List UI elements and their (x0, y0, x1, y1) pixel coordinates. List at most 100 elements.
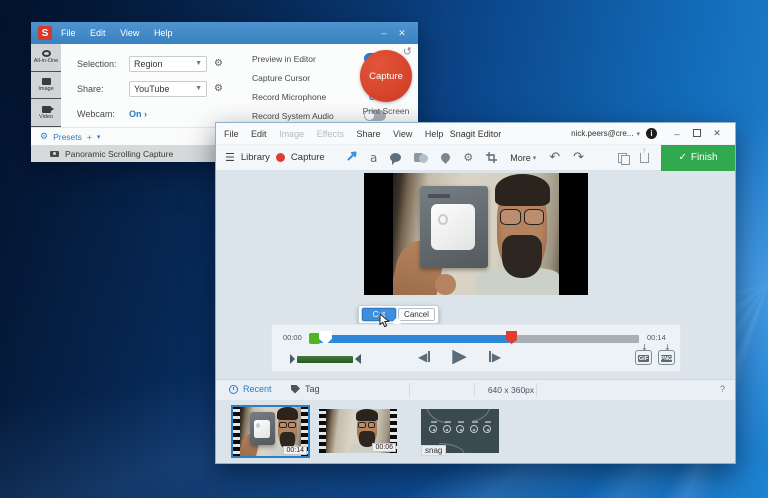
editor-status-bar: Recent Tag 640 x 360px ? (216, 379, 735, 400)
tab-tag[interactable]: Tag (291, 384, 320, 394)
chevron-down-icon: ▼ (195, 85, 202, 92)
timeline-track[interactable] (309, 335, 639, 343)
export-gif-button[interactable]: GIF (635, 350, 652, 365)
hamburger-menu-icon[interactable]: ☰ (225, 151, 235, 164)
copy-icon[interactable] (618, 153, 628, 163)
menu-image: Image (279, 129, 304, 139)
sidebar-item-all-in-one[interactable]: All-in-One (31, 44, 61, 71)
audio-level-meter[interactable] (290, 354, 361, 364)
record-dot-icon (276, 153, 285, 162)
maximize-button[interactable] (687, 129, 707, 139)
capture-menubar: File Edit View Help (61, 28, 184, 38)
timeline-end-time: 00:14 (647, 333, 666, 342)
duration-badge: 00:06 (372, 443, 396, 452)
selection-label: Selection: (77, 59, 129, 69)
capture-mode-sidebar: All-in-One Image Video (31, 44, 61, 127)
text-tool-icon[interactable]: a (370, 151, 377, 165)
close-button[interactable]: ✕ (393, 28, 411, 39)
tab-recent[interactable]: Recent (229, 384, 272, 394)
trim-start-handle[interactable] (309, 333, 320, 344)
menu-help[interactable]: Help (154, 28, 173, 38)
export-buttons: GIF PNG (635, 350, 675, 365)
minimize-button[interactable]: – (375, 28, 393, 38)
selection-arrow-tool-icon[interactable] (344, 151, 357, 164)
editor-canvas: Cut Cancel 00:00 00:14 (216, 171, 735, 379)
windows-desktop: S File Edit View Help – ✕ All-in-One Ima… (0, 0, 768, 498)
editor-toolbar: ☰ Library Capture a ⚙ More▾ ↶ ↷ (216, 145, 735, 171)
capture-button[interactable]: Capture (291, 152, 325, 163)
image-icon (42, 78, 51, 85)
crop-tool-icon[interactable] (486, 152, 497, 163)
sidebar-item-image[interactable]: Image (31, 72, 61, 99)
menu-share[interactable]: Share (356, 129, 380, 139)
camera-icon (50, 151, 59, 157)
menu-view[interactable]: View (120, 28, 139, 38)
timeline-selection (309, 335, 509, 343)
more-tools-button[interactable]: More▾ (510, 153, 536, 163)
filmstrip-edge (233, 407, 240, 456)
timeline-start-time: 00:00 (283, 333, 302, 342)
cancel-button[interactable]: Cancel (398, 308, 435, 321)
meter-left-arrow-icon (290, 354, 295, 364)
menu-edit[interactable]: Edit (251, 129, 267, 139)
share-icon[interactable] (640, 153, 649, 163)
video-icon (42, 106, 51, 113)
tray-thumbnail-video[interactable]: 00:06 (319, 409, 397, 453)
meter-handle-icon[interactable] (355, 354, 361, 364)
playback-controls: ◀ ▶ ▶ (418, 347, 501, 366)
info-icon[interactable]: i (646, 128, 657, 139)
add-preset-button[interactable]: + (87, 132, 92, 142)
thumbnail-filename: snag (421, 445, 446, 456)
callout-tool-icon[interactable] (390, 153, 401, 162)
all-in-one-icon (42, 50, 51, 57)
menu-file[interactable]: File (224, 129, 239, 139)
step-tool-icon[interactable]: ⚙ (463, 151, 473, 164)
presets-gear-icon: ⚙ (40, 132, 48, 142)
video-preview[interactable] (364, 173, 588, 295)
next-frame-button[interactable]: ▶ (489, 351, 501, 363)
presets-label[interactable]: Presets (53, 132, 82, 142)
capture-body: All-in-One Image Video Selection: Region… (31, 44, 418, 127)
close-button[interactable]: ✕ (707, 128, 727, 139)
undo-icon[interactable]: ↶ (549, 150, 560, 165)
export-png-button[interactable]: PNG (658, 350, 675, 365)
help-button[interactable]: ? (720, 384, 725, 394)
previous-frame-button[interactable]: ◀ (418, 351, 430, 363)
webcam-on-link[interactable]: On › (129, 109, 147, 119)
filmstrip-edge (319, 409, 326, 453)
selection-settings-gear-icon[interactable]: ⚙ (214, 58, 223, 69)
play-button[interactable]: ▶ (452, 347, 467, 366)
stamp-tool-icon[interactable] (441, 153, 450, 162)
snagit-logo-icon: S (38, 26, 52, 40)
shapes-tool-icon[interactable] (414, 153, 428, 163)
menu-help[interactable]: Help (425, 129, 444, 139)
selection-dropdown[interactable]: Region▼ (129, 56, 207, 72)
clock-icon (229, 385, 238, 394)
menu-effects: Effects (317, 129, 344, 139)
webcam-label: Webcam: (77, 109, 129, 119)
account-dropdown[interactable]: nick.peers@cre... (571, 129, 633, 138)
menu-view[interactable]: View (393, 129, 412, 139)
menu-edit[interactable]: Edit (90, 28, 106, 38)
duration-badge: 00:14 (283, 446, 307, 455)
share-settings-gear-icon[interactable]: ⚙ (214, 83, 223, 94)
capture-shortcut-label: Print Screen (357, 106, 415, 116)
minimize-button[interactable]: – (667, 129, 687, 139)
tag-icon (291, 385, 300, 394)
library-button[interactable]: Library (241, 152, 270, 163)
finish-button[interactable]: ✓ Finish (661, 145, 735, 171)
menu-file[interactable]: File (61, 28, 76, 38)
video-timeline-panel: 00:00 00:14 ◀ ▶ ▶ (271, 324, 681, 372)
redo-icon[interactable]: ↷ (573, 150, 584, 165)
sidebar-item-video[interactable]: Video (31, 99, 61, 126)
capture-form: Selection: Region▼ ⚙ Share: YouTube▼ ⚙ W… (61, 44, 253, 126)
share-dropdown[interactable]: YouTube▼ (129, 81, 207, 97)
presets-chevron-icon[interactable]: ▾ (97, 133, 101, 141)
capture-titlebar[interactable]: S File Edit View Help – ✕ (31, 22, 418, 44)
reset-icon[interactable]: ↺ (403, 45, 412, 58)
editor-menubar: File Edit Image Effects Share View Help (224, 129, 453, 139)
thumbnail-icons (429, 425, 491, 433)
tray-thumbnail-video-selected[interactable]: 00:14 (231, 405, 310, 458)
editor-titlebar[interactable]: Snagit Editor File Edit Image Effects Sh… (216, 123, 735, 145)
chevron-down-icon[interactable]: ▾ (636, 130, 640, 138)
